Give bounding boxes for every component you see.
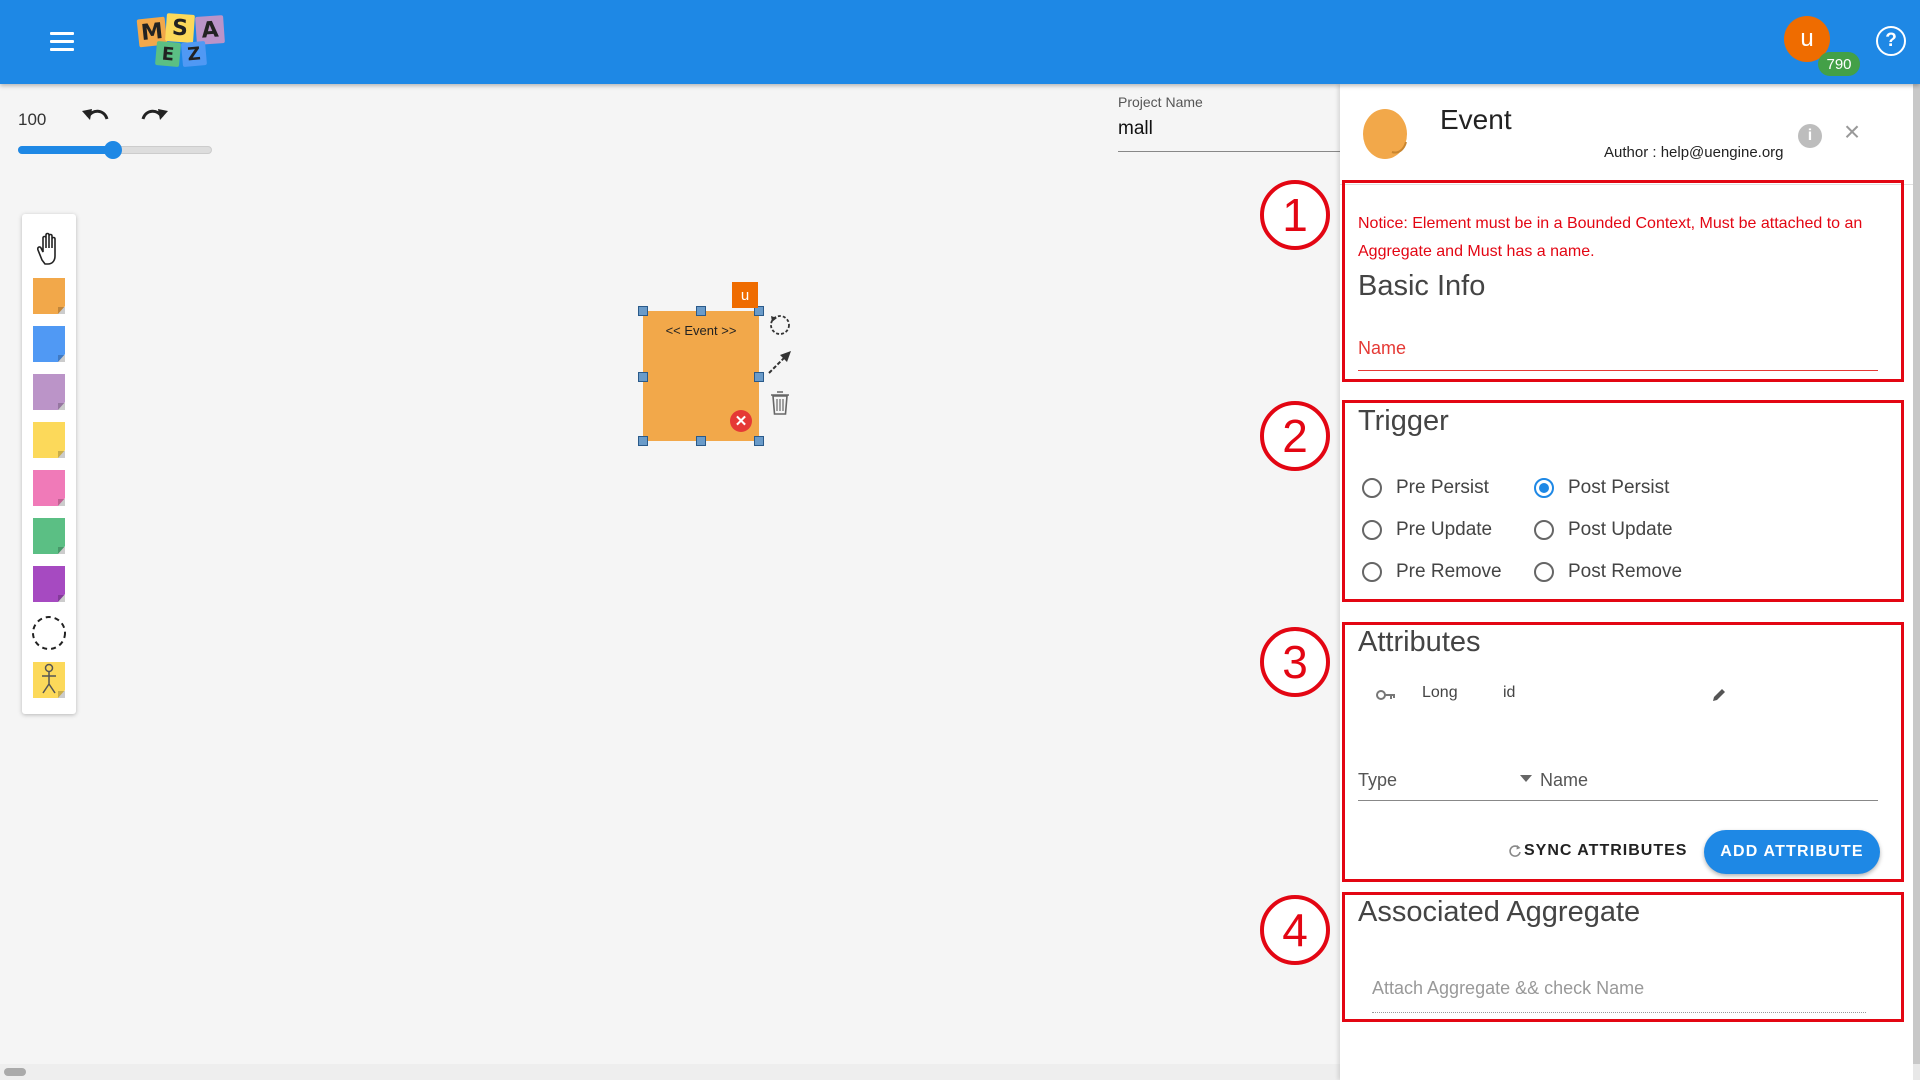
editor-user-tag: u: [732, 282, 758, 308]
annotation-box: [1342, 180, 1904, 382]
annotation-number: 1: [1260, 180, 1330, 250]
sticker-palette: [22, 214, 76, 714]
readmodel-sticker-tool[interactable]: [31, 518, 67, 556]
aggregate-sticker-tool[interactable]: [31, 422, 67, 460]
project-name-input[interactable]: mall: [1118, 118, 1153, 140]
error-icon[interactable]: ✕: [730, 410, 752, 432]
annotation-box: [1342, 892, 1904, 1022]
event-sticker-tool[interactable]: [31, 278, 67, 316]
close-icon[interactable]: ×: [1840, 118, 1864, 146]
resize-handle[interactable]: [754, 372, 764, 382]
zoom-value: 100: [18, 110, 47, 129]
project-name-label: Project Name: [1118, 94, 1203, 110]
modeling-canvas[interactable]: [0, 84, 1340, 1066]
connector-arrow-icon[interactable]: [766, 348, 794, 376]
actor-icon: [42, 663, 56, 694]
panel-title: Event: [1440, 104, 1512, 135]
logo-letter: S: [165, 13, 195, 43]
resize-handle[interactable]: [638, 306, 648, 316]
zoom-slider[interactable]: [18, 141, 212, 159]
external-sticker-tool[interactable]: [31, 470, 67, 508]
help-icon[interactable]: ?: [1876, 26, 1906, 56]
resize-handle[interactable]: [754, 436, 764, 446]
horizontal-scrollbar[interactable]: [0, 1064, 1340, 1080]
resize-handle[interactable]: [638, 372, 648, 382]
panel-author: Author : help@uengine.org: [1604, 144, 1784, 161]
slider-thumb[interactable]: [104, 141, 122, 159]
user-initial: u: [1800, 25, 1814, 52]
bounded-context-icon[interactable]: [31, 614, 67, 652]
info-icon[interactable]: i: [1798, 124, 1822, 148]
annotation-number: 4: [1260, 895, 1330, 965]
event-sticker-label: << Event >>: [665, 323, 737, 338]
menu-icon[interactable]: [50, 32, 74, 52]
rotate-icon[interactable]: [766, 310, 794, 338]
resize-handle[interactable]: [696, 436, 706, 446]
annotation-number: 3: [1260, 627, 1330, 697]
annotation-box: [1342, 622, 1904, 882]
vertical-scrollbar[interactable]: [1913, 84, 1920, 1080]
actor-sticker-tool[interactable]: [31, 662, 67, 700]
project-name-underline: [1118, 151, 1342, 152]
logo-letter: Z: [180, 40, 208, 68]
undo-icon[interactable]: [80, 103, 112, 131]
redo-icon[interactable]: [138, 103, 170, 131]
annotation-number: 2: [1260, 401, 1330, 471]
top-app-bar: M S A E Z u 790 ?: [0, 0, 1920, 84]
resize-handle[interactable]: [638, 436, 648, 446]
trash-icon[interactable]: [766, 388, 794, 416]
points-badge: 790: [1818, 52, 1860, 76]
hand-icon[interactable]: [31, 230, 67, 268]
policy-sticker-tool[interactable]: [31, 374, 67, 412]
logo-letter: E: [154, 40, 182, 68]
command-sticker-tool[interactable]: [31, 326, 67, 364]
app-logo[interactable]: M S A E Z: [136, 13, 242, 72]
resize-handle[interactable]: [696, 306, 706, 316]
event-sticker-icon: [1363, 109, 1407, 159]
slider-fill: [18, 146, 114, 154]
ui-sticker-tool[interactable]: [31, 566, 67, 604]
annotation-box: [1342, 400, 1904, 602]
